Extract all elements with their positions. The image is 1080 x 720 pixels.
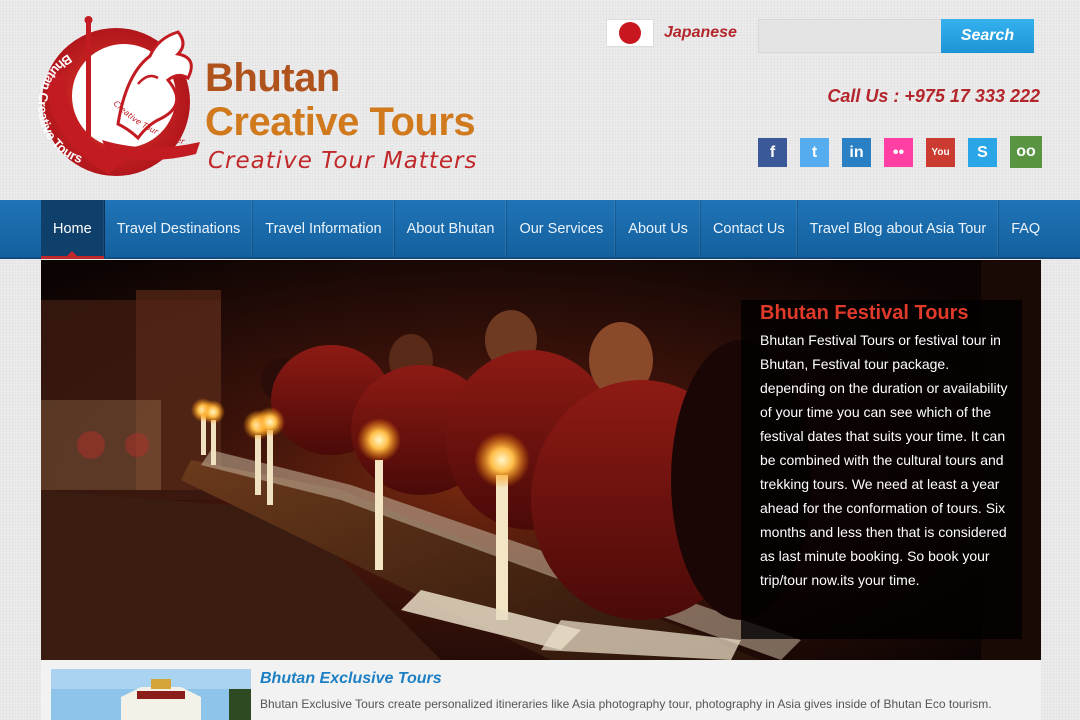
nav-item-faq[interactable]: FAQ [999, 200, 1052, 257]
nav-item-contact-us[interactable]: Contact Us [701, 200, 798, 257]
social-links: f t in •• You Soo [758, 136, 1042, 168]
main-navigation: Home Travel Destinations Travel Informatio… [0, 200, 1080, 259]
brand-name-line1[interactable]: Bhutan [205, 56, 340, 101]
nav-item-travel-destinations[interactable]: Travel Destinations [105, 200, 254, 257]
linkedin-icon[interactable]: in [842, 138, 871, 167]
search-input[interactable] [758, 19, 942, 53]
language-label[interactable]: Japanese [664, 24, 737, 42]
tripadvisor-icon[interactable]: oo [1010, 136, 1042, 168]
featured-tour-thumbnail[interactable] [51, 669, 251, 720]
language-switch[interactable]: Japanese [606, 19, 737, 47]
logo-emblem-icon[interactable]: Bhutan Creative Tours Creative Tour Matt… [38, 14, 208, 184]
twitter-icon[interactable]: t [800, 138, 829, 167]
nav-item-our-services[interactable]: Our Services [507, 200, 617, 257]
hero-title[interactable]: Bhutan Festival Tours [760, 302, 969, 325]
hero-description: Bhutan Festival Tours or festival tour i… [760, 332, 1008, 588]
youtube-icon[interactable]: You [926, 138, 955, 167]
facebook-icon[interactable]: f [758, 138, 787, 167]
search-button[interactable]: Search [941, 19, 1034, 53]
nav-item-travel-blog-about-asia-tour[interactable]: Travel Blog about Asia Tour [798, 200, 1000, 257]
nav-item-home[interactable]: Home [41, 200, 105, 259]
skype-icon[interactable]: S [968, 138, 997, 167]
call-us-text: Call Us : +975 17 333 222 [827, 86, 1040, 106]
featured-tour-title[interactable]: Bhutan Exclusive Tours [260, 670, 442, 688]
japan-flag-icon[interactable] [606, 19, 654, 47]
brand-name-line2[interactable]: Creative Tours [205, 100, 476, 145]
hero-slide[interactable]: Bhutan Festival Tours Bhutan Festival To… [41, 260, 1041, 660]
site-header: Bhutan Creative Tours Creative Tour Matt… [0, 0, 1080, 200]
featured-tour: Bhutan Exclusive Tours Bhutan Exclusive … [41, 660, 1041, 720]
brand-tagline: Creative Tour Matters [208, 148, 478, 174]
flickr-icon[interactable]: •• [884, 138, 913, 167]
featured-tour-description: Bhutan Exclusive Tours create personaliz… [260, 697, 992, 711]
nav-item-about-us[interactable]: About Us [616, 200, 701, 257]
nav-item-travel-information[interactable]: Travel Information [253, 200, 395, 257]
nav-item-about-bhutan[interactable]: About Bhutan [395, 200, 508, 257]
